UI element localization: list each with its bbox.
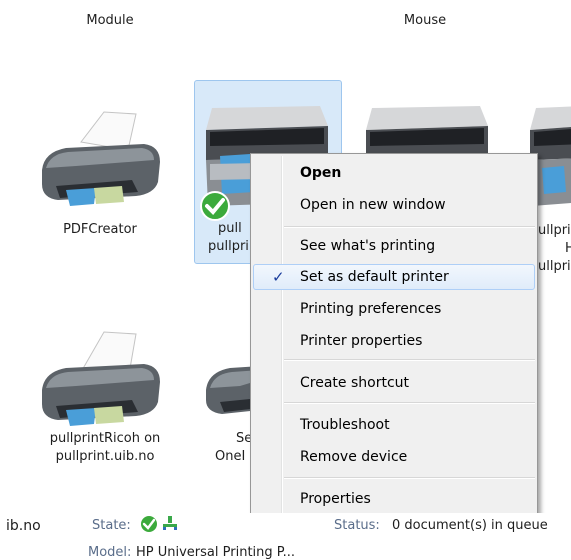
printer-label-line2: OneI (215, 449, 246, 464)
printer-label-line3: ullpri (538, 259, 571, 274)
printer-icon[interactable] (36, 90, 166, 210)
menu-item-remove-device[interactable]: Remove device (253, 444, 535, 470)
device-label-module[interactable]: Module (70, 12, 150, 29)
details-device-name: ib.no (6, 518, 41, 534)
menu-separator (284, 477, 535, 479)
menu-separator (284, 226, 535, 228)
menu-item-printer-properties[interactable]: Printer properties (253, 328, 535, 354)
default-state-check-icon (141, 516, 157, 532)
model-label: Model: (88, 545, 132, 560)
printer-label-pdfcreator: PDFCreator (63, 222, 137, 237)
status-value: 0 document(s) in queue (392, 518, 548, 533)
model-value: HP Universal Printing P... (136, 545, 295, 560)
multifunction-printer-icon[interactable] (360, 98, 495, 158)
printer-label-line1: ullpri (538, 223, 571, 238)
menu-separator (284, 402, 535, 404)
menu-item-open-new-window[interactable]: Open in new window (253, 192, 535, 218)
printer-label-line1: pullprintRicoh on (49, 431, 161, 446)
menu-item-properties[interactable]: Properties (253, 486, 535, 512)
default-printer-check-icon (200, 191, 230, 221)
menu-separator (284, 359, 535, 361)
checkmark-icon: ✓ (272, 268, 285, 286)
menu-item-set-default-printer[interactable]: ✓ Set as default printer (253, 264, 535, 290)
menu-item-troubleshoot[interactable]: Troubleshoot (253, 412, 535, 438)
state-label: State: (92, 518, 131, 533)
menu-item-see-whats-printing[interactable]: See what's printing (253, 233, 535, 259)
network-shared-icon (163, 516, 177, 530)
status-label: Status: (334, 518, 380, 533)
device-label-mouse[interactable]: Mouse (395, 12, 455, 29)
printer-icon[interactable] (36, 320, 166, 430)
printer-label-line2: H (565, 241, 571, 256)
printer-label-line2: pullprint.uib.no (55, 449, 155, 464)
menu-item-create-shortcut[interactable]: Create shortcut (253, 370, 535, 396)
menu-item-open[interactable]: Open (253, 160, 535, 186)
menu-item-printing-preferences[interactable]: Printing preferences (253, 296, 535, 322)
context-menu: Open Open in new window See what's print… (250, 153, 538, 518)
